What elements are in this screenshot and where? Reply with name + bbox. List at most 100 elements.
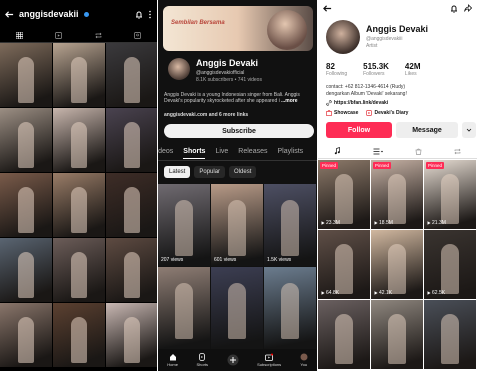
person-silhouette [18,187,34,233]
photo-thumbnail[interactable] [0,108,52,172]
banner-photo [267,10,307,50]
profile-link[interactable]: https://bfan.link/devaki [334,100,388,106]
subscribe-button[interactable]: Subscribe [164,124,314,138]
banner-text: Sembilan Bersama [171,20,225,26]
shop-icon [326,110,332,116]
view-count: 21.3M [427,220,446,226]
stat-label: Likes [404,71,417,77]
nav-label: Shorts [196,362,209,367]
more-options-icon[interactable] [148,10,152,19]
play-icon [321,221,325,225]
short-thumbnail[interactable] [158,267,210,349]
nav-subscriptions[interactable]: Subscriptions [257,353,281,367]
tagged-tab-icon[interactable] [134,31,141,39]
nav-shorts[interactable]: Shorts [196,353,208,367]
back-arrow-icon[interactable] [5,10,14,19]
channel-links[interactable]: anggisdevaki.com and 6 more links [164,112,248,118]
video-thumbnail[interactable]: 62.5K [424,230,476,299]
stat-item[interactable]: 82 Following [326,62,347,77]
photo-thumbnail[interactable] [106,108,157,172]
tab-videos[interactable]: Videos [158,148,173,158]
subscribe-label: Subscribe [222,127,256,135]
reels-tab-icon[interactable] [55,31,63,39]
nav-you[interactable]: You [300,353,308,367]
photo-thumbnail[interactable] [53,108,105,172]
shopping-tab-icon[interactable] [415,148,422,155]
photo-thumbnail[interactable] [53,43,105,107]
follow-button[interactable]: Follow [326,122,392,138]
nav-home[interactable]: Home [167,353,178,367]
photo-thumbnail[interactable] [106,303,157,367]
message-button[interactable]: Message [396,122,458,138]
photo-thumbnail[interactable] [0,303,52,367]
share-icon[interactable] [464,4,472,12]
youtube-bottom-nav: Home Shorts Subscriptions You [158,349,317,371]
person-silhouette [124,317,140,363]
short-thumbnail[interactable]: 1.5K views [264,184,316,266]
stat-item[interactable]: 515.3K Followers [363,62,389,77]
short-thumbnail[interactable] [264,267,316,349]
stat-item[interactable]: 42M Likes [405,62,421,77]
short-thumbnail[interactable]: 207 views [158,184,210,266]
tab-shorts[interactable]: Shorts [183,148,206,159]
notification-bell-icon[interactable] [135,10,143,19]
person-silhouette [71,252,87,298]
videos-tab-icon[interactable] [373,148,383,155]
video-thumbnail[interactable]: 64.8K [318,230,370,299]
dropdown-button[interactable] [462,122,476,138]
tab-playlists[interactable]: Playlists [277,148,303,158]
view-count-text: 21.3M [432,220,446,226]
pinned-badge: Pinned [426,162,445,169]
view-count: 42.1K [374,290,392,296]
photo-thumbnail[interactable] [53,303,105,367]
nav-create[interactable] [227,354,239,366]
repost-tab-icon[interactable] [454,148,461,155]
view-count-text: 23.3M [326,220,340,226]
filter-chip[interactable]: Oldest [229,166,257,178]
back-arrow-icon[interactable] [323,4,332,13]
music-tab-icon[interactable] [334,147,341,155]
short-thumbnail[interactable]: 601 views [211,184,263,266]
stat-value: 82 [326,62,335,71]
tab-live[interactable]: Live [215,148,228,158]
repost-tab-icon[interactable] [95,32,102,39]
person-silhouette [124,252,140,298]
tiktok-panel: Anggis Devaki @anggisdevakiii Artist 82 F… [318,0,477,371]
nav-label: Subscriptions [257,362,282,367]
tab-releases[interactable]: Releases [238,148,267,158]
video-thumbnail[interactable]: Pinned 18.5M [371,160,423,229]
photo-thumbnail[interactable] [106,173,157,237]
person-silhouette [388,174,406,224]
grid-tab-icon[interactable] [16,31,24,39]
more-link[interactable]: ...more [281,98,297,104]
photo-thumbnail[interactable] [106,43,157,107]
video-thumbnail[interactable] [318,300,370,369]
youtube-tabs: Videos Shorts Live Releases Playlists [158,146,317,161]
person-silhouette [441,244,459,294]
person-silhouette [281,283,299,339]
video-thumbnail[interactable]: Pinned 21.3M [424,160,476,229]
notification-bell-icon[interactable] [450,4,458,13]
diary-link[interactable]: Devaki's Diary [366,110,408,116]
showcase-link[interactable]: Showcase [326,110,358,116]
filter-chip[interactable]: Popular [194,166,226,178]
playlist-icon [366,110,373,116]
person-silhouette [18,317,34,363]
photo-thumbnail[interactable] [0,238,52,302]
photo-thumbnail[interactable] [53,173,105,237]
video-thumbnail[interactable] [371,300,423,369]
photo-thumbnail[interactable] [0,173,52,237]
channel-description: Anggis Devaki is a young Indonesian sing… [164,92,300,104]
video-thumbnail[interactable]: Pinned 23.3M [318,160,370,229]
video-thumbnail[interactable]: 42.1K [371,230,423,299]
stat-label: Followers [363,71,385,77]
photo-thumbnail[interactable] [106,238,157,302]
photo-thumbnail[interactable] [53,238,105,302]
view-count: 23.3M [321,220,340,226]
nav-label: Home [167,362,178,367]
video-thumbnail[interactable] [424,300,476,369]
photo-thumbnail[interactable] [0,43,52,107]
filter-chip[interactable]: Latest [164,166,191,178]
short-thumbnail[interactable] [211,267,263,349]
tiktok-video-grid: Pinned 23.3M Pinned 18.5M Pinned 21.3M 64.8K 42… [318,160,477,371]
